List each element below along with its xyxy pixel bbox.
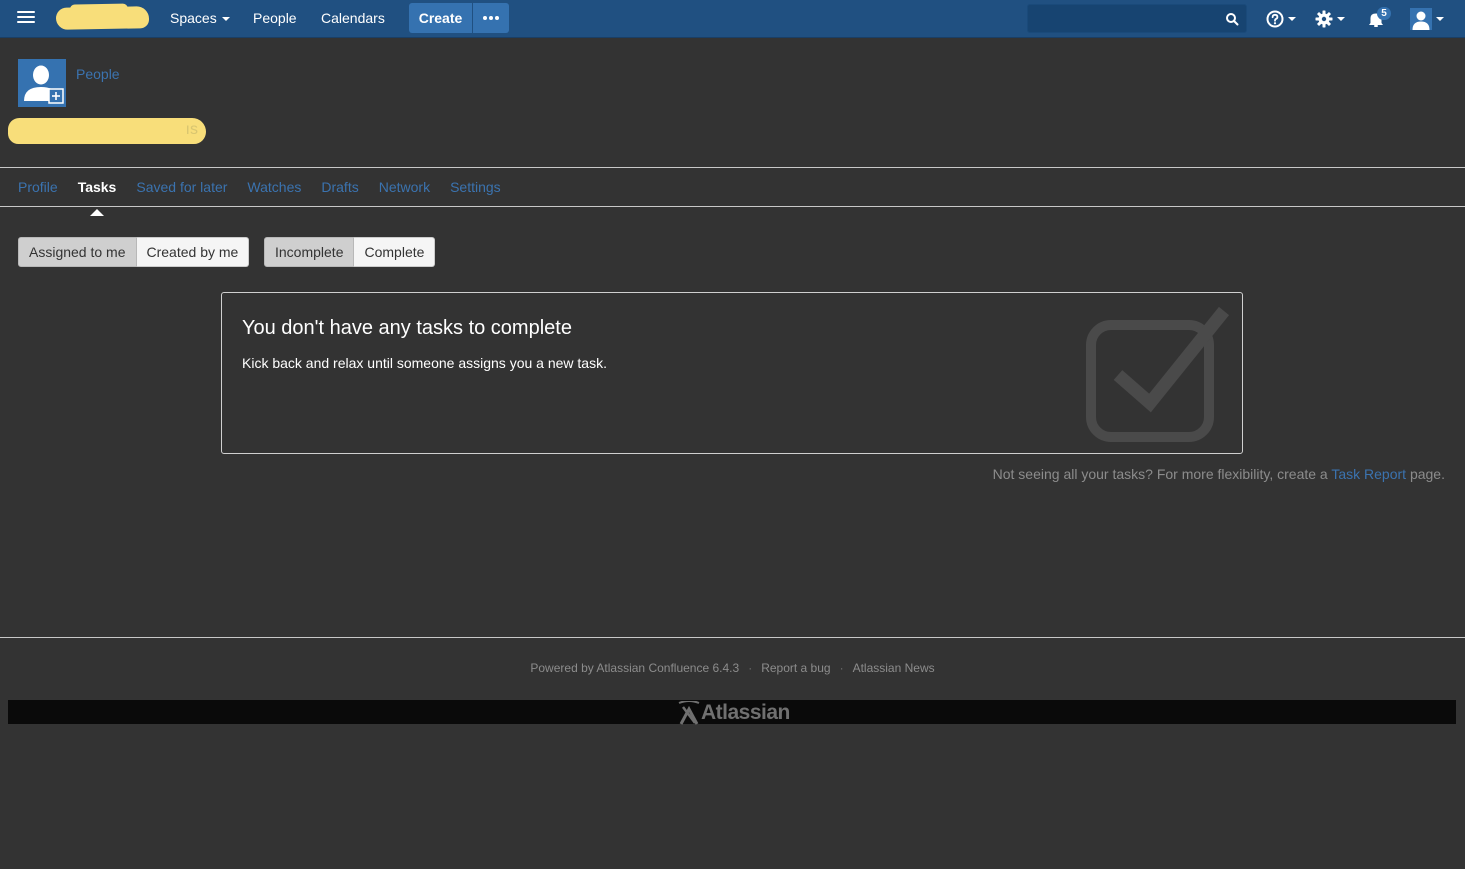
atlassian-logo[interactable]: Atlassian bbox=[678, 700, 790, 726]
user-icon bbox=[1410, 8, 1432, 30]
incomplete-button[interactable]: Incomplete bbox=[264, 237, 355, 267]
profile-tabs: Profile Tasks Saved for later Watches Dr… bbox=[18, 178, 521, 216]
tab-profile[interactable]: Profile bbox=[18, 178, 58, 206]
divider bbox=[0, 167, 1465, 168]
profile-avatar[interactable] bbox=[18, 59, 66, 107]
site-logo[interactable] bbox=[55, 6, 150, 30]
redacted-user-name: ıs bbox=[8, 118, 206, 144]
breadcrumb-people[interactable]: People bbox=[76, 66, 120, 82]
task-report-link[interactable]: Task Report bbox=[1331, 466, 1406, 482]
atlassian-logo-icon bbox=[678, 701, 700, 725]
tab-network[interactable]: Network bbox=[379, 178, 430, 206]
powered-by-link[interactable]: Powered by Atlassian Confluence 6.4.3 bbox=[530, 661, 739, 675]
nav-spaces-label: Spaces bbox=[170, 10, 217, 26]
task-report-hint-suffix: page. bbox=[1406, 466, 1445, 482]
chevron-down-icon bbox=[1436, 17, 1444, 21]
nav-people[interactable]: People bbox=[253, 0, 297, 37]
chevron-down-icon bbox=[1288, 17, 1296, 21]
search-input[interactable] bbox=[1027, 4, 1247, 33]
nav-people-label: People bbox=[253, 10, 297, 26]
footer-links: Powered by Atlassian Confluence 6.4.3 · Re… bbox=[0, 661, 1465, 675]
task-report-hint: Not seeing all your tasks? For more flex… bbox=[993, 466, 1445, 482]
tab-watches[interactable]: Watches bbox=[247, 178, 301, 206]
separator: · bbox=[748, 661, 753, 675]
nav-spaces[interactable]: Spaces bbox=[170, 0, 230, 37]
atlassian-news-link[interactable]: Atlassian News bbox=[853, 661, 935, 675]
assigned-to-me-button[interactable]: Assigned to me bbox=[18, 237, 137, 267]
menu-icon[interactable] bbox=[17, 11, 35, 25]
footer-divider bbox=[0, 637, 1465, 638]
atlassian-logo-text: Atlassian bbox=[701, 701, 790, 724]
help-icon bbox=[1266, 10, 1284, 28]
nav-calendars[interactable]: Calendars bbox=[321, 0, 385, 37]
tab-saved-for-later[interactable]: Saved for later bbox=[136, 178, 227, 206]
notification-count-badge: 5 bbox=[1377, 7, 1391, 20]
tab-drafts[interactable]: Drafts bbox=[321, 178, 358, 206]
settings-menu[interactable] bbox=[1315, 7, 1345, 31]
tab-settings[interactable]: Settings bbox=[450, 178, 501, 206]
complete-button[interactable]: Complete bbox=[354, 237, 436, 267]
default-avatar-icon bbox=[18, 59, 66, 107]
search-icon[interactable] bbox=[1225, 12, 1239, 26]
gear-icon bbox=[1315, 10, 1333, 28]
create-more-button[interactable] bbox=[473, 3, 509, 33]
assignment-filter-group: Assigned to me Created by me bbox=[18, 237, 250, 267]
help-menu[interactable] bbox=[1266, 7, 1296, 31]
nav-calendars-label: Calendars bbox=[321, 10, 385, 26]
divider bbox=[0, 206, 1465, 207]
top-header: Spaces People Calendars Create 5 bbox=[0, 0, 1465, 38]
task-report-hint-prefix: Not seeing all your tasks? For more flex… bbox=[992, 466, 1332, 482]
status-filter-group: Incomplete Complete bbox=[264, 237, 436, 267]
chevron-down-icon bbox=[221, 17, 230, 22]
checkbox-checked-icon bbox=[1086, 306, 1230, 442]
chevron-down-icon bbox=[1337, 17, 1345, 21]
tab-tasks[interactable]: Tasks bbox=[78, 178, 116, 216]
report-bug-link[interactable]: Report a bug bbox=[761, 661, 830, 675]
empty-state-message: Kick back and relax until someone assign… bbox=[242, 355, 607, 371]
empty-state-title: You don't have any tasks to complete bbox=[242, 317, 572, 339]
create-button[interactable]: Create bbox=[409, 3, 472, 33]
user-menu[interactable] bbox=[1410, 7, 1444, 31]
created-by-me-button[interactable]: Created by me bbox=[136, 237, 250, 267]
empty-tasks-panel: You don't have any tasks to complete Kic… bbox=[221, 292, 1243, 454]
separator: · bbox=[839, 661, 844, 675]
